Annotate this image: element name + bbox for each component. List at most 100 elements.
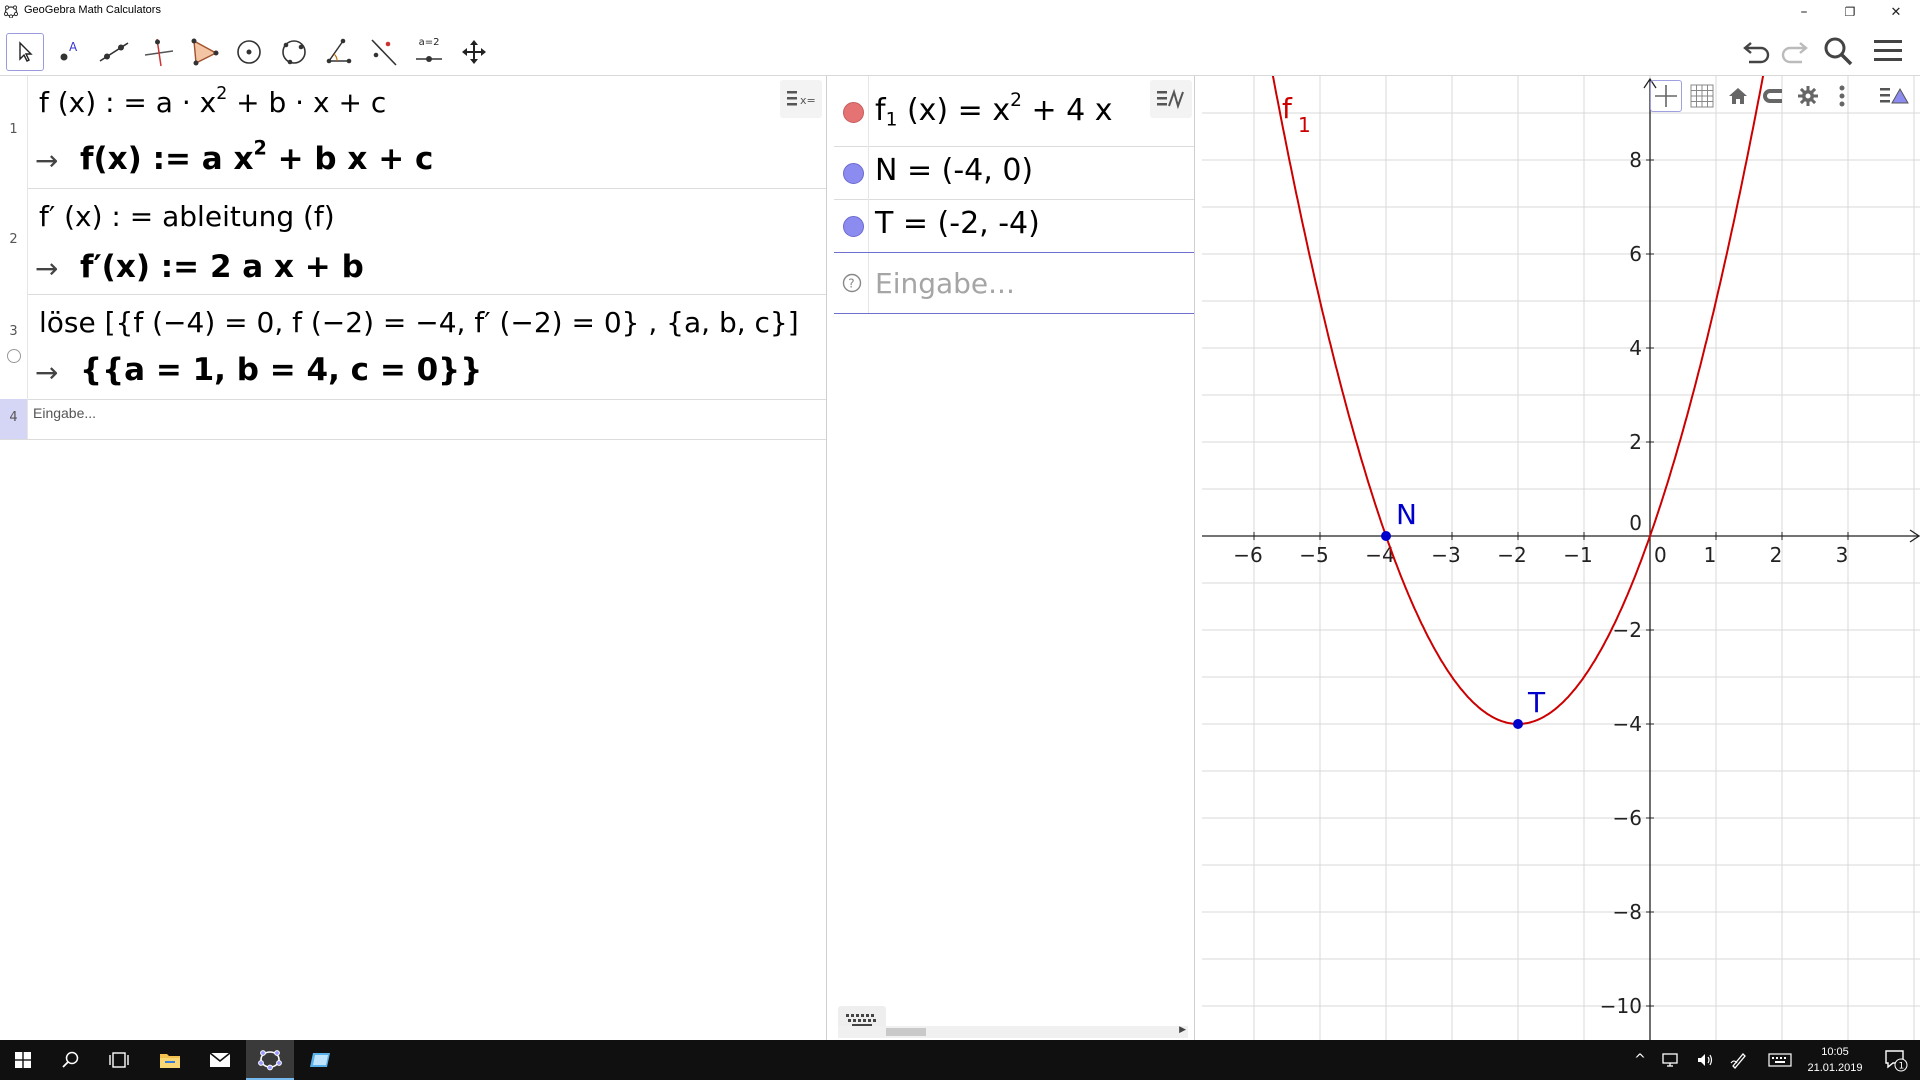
undo-button[interactable] xyxy=(1737,31,1777,71)
cas-input[interactable]: löse [{f (−4) = 0, f (−2) = −4, f′ (−2) … xyxy=(39,306,799,339)
axes-icon xyxy=(1655,85,1677,107)
app-taskbar-button[interactable] xyxy=(296,1040,344,1080)
line-tool-button[interactable] xyxy=(95,33,133,71)
geogebra-taskbar-button[interactable] xyxy=(246,1040,294,1080)
algebra-item-text[interactable]: f1 (x) = x2 + 4 x xyxy=(875,91,1113,129)
algebra-item-text[interactable]: N = (-4, 0) xyxy=(875,153,1033,188)
reflect-line-icon xyxy=(371,39,397,66)
angle-tool-button[interactable] xyxy=(320,33,358,71)
visibility-toggle-icon[interactable] xyxy=(843,163,864,184)
algebra-input-row[interactable]: ? Eingabe... xyxy=(834,252,1194,314)
algebra-item-function[interactable]: f1 (x) = x2 + 4 x xyxy=(834,76,1194,147)
mail-icon xyxy=(209,1052,231,1067)
action-center-button[interactable]: 1 xyxy=(1876,1040,1916,1080)
cas-toggle-style-bar-button[interactable]: x= xyxy=(780,80,822,118)
show-axes-button[interactable] xyxy=(1650,80,1682,112)
cas-input[interactable]: f′ (x) : = ableitung (f) xyxy=(39,200,335,233)
cas-row-2[interactable]: 2 f′ (x) : = ableitung (f) → f′(x) := 2 … xyxy=(0,188,826,295)
taskbar-clock[interactable]: 10:05 21.01.2019 xyxy=(1795,1044,1875,1076)
algebra-item-point-n[interactable]: N = (-4, 0) xyxy=(834,146,1194,200)
cas-output-arrow-icon: → xyxy=(35,252,59,285)
y-tick-label: 4 xyxy=(1629,336,1642,360)
svg-text:x=: x= xyxy=(800,94,816,107)
point-n[interactable] xyxy=(1381,531,1391,541)
cas-input[interactable]: f (x) : = a · x2 + b · x + c xyxy=(39,85,386,119)
point-t[interactable] xyxy=(1513,719,1523,729)
cas-row-radio-icon[interactable] xyxy=(6,348,22,364)
scrollbar-thumb[interactable] xyxy=(886,1028,926,1036)
home-icon xyxy=(1729,88,1747,104)
x-tick-label: 1 xyxy=(1704,543,1717,567)
cas-row-number: 3 xyxy=(0,294,28,399)
standard-view-button[interactable] xyxy=(1722,80,1754,112)
redo-icon xyxy=(1781,42,1808,64)
algebra-item-point-t[interactable]: T = (-2, -4) xyxy=(834,199,1194,253)
cas-row-1[interactable]: 1 f (x) : = a · x2 + b · x + c → f(x) :=… xyxy=(0,76,826,189)
close-button[interactable]: ✕ xyxy=(1873,0,1919,24)
cas-output: {{a = 1, b = 4, c = 0}} xyxy=(80,352,483,388)
point-tool-button[interactable]: A xyxy=(50,33,88,71)
algebra-input-field[interactable]: Eingabe... xyxy=(875,267,1015,300)
visibility-toggle-icon[interactable] xyxy=(843,102,864,123)
more-options-button[interactable] xyxy=(1826,80,1858,112)
function-label-f1[interactable]: f xyxy=(1282,92,1293,125)
restore-button[interactable]: ❐ xyxy=(1827,0,1873,24)
algebra-horizontal-scrollbar[interactable]: ▶ xyxy=(838,1025,1188,1038)
main-toolbar: A a=2 xyxy=(0,24,1920,76)
graphics-settings-button[interactable] xyxy=(1792,80,1824,112)
task-view-button[interactable] xyxy=(96,1040,142,1080)
point-label-t[interactable]: T xyxy=(1527,686,1546,719)
reflect-tool-button[interactable] xyxy=(365,33,403,71)
graphics-style-bar xyxy=(1650,80,1920,114)
stylebar-toggle-icon xyxy=(1880,87,1909,104)
move-view-tool-button[interactable] xyxy=(455,33,493,71)
search-button[interactable] xyxy=(1818,31,1858,71)
algebra-item-text[interactable]: T = (-2, -4) xyxy=(875,206,1040,241)
x-tick-label: 0 xyxy=(1654,543,1667,567)
circle-tool-button[interactable] xyxy=(230,33,268,71)
graphics-style-bar-toggle[interactable] xyxy=(1878,80,1910,112)
y-tick-label: −2 xyxy=(1613,618,1642,642)
start-button[interactable] xyxy=(0,1040,46,1080)
algebra-view: f1 (x) = x2 + 4 x N = (-4, 0) T = (-2, -… xyxy=(834,76,1195,1040)
magnet-icon xyxy=(1763,89,1782,103)
cas-output-arrow-icon: → xyxy=(35,356,59,389)
algebra-style-bar-button[interactable] xyxy=(1150,80,1192,118)
pen-workspace-icon[interactable] xyxy=(1724,1040,1754,1080)
x-tick-label: −1 xyxy=(1563,543,1592,567)
minimize-button[interactable]: – xyxy=(1781,0,1827,24)
ellipse-tool-button[interactable] xyxy=(275,33,313,71)
network-icon[interactable] xyxy=(1656,1040,1686,1080)
mail-button[interactable] xyxy=(196,1040,244,1080)
cas-output: f′(x) := 2 a x + b xyxy=(80,249,364,285)
line-through-points-icon xyxy=(99,42,129,62)
show-grid-button[interactable] xyxy=(1686,80,1718,112)
redo-button[interactable] xyxy=(1774,31,1814,71)
help-icon[interactable]: ? xyxy=(842,273,862,293)
visibility-toggle-icon[interactable] xyxy=(843,216,864,237)
x-tick-label: −5 xyxy=(1299,543,1328,567)
y-tick-label: −8 xyxy=(1613,900,1642,924)
file-explorer-button[interactable] xyxy=(146,1040,194,1080)
scroll-right-arrow-icon[interactable]: ▶ xyxy=(1179,1025,1186,1035)
graphics-view[interactable]: −6 −5 −4 −3 −2 −1 0 1 2 3 8 6 4 2 0 −2 −4 −6 −8 −10 f 1 N T xyxy=(1202,76,1920,1040)
point-capturing-button[interactable] xyxy=(1756,80,1788,112)
volume-icon[interactable] xyxy=(1690,1040,1720,1080)
polygon-tool-button[interactable] xyxy=(185,33,223,71)
svg-text:?: ? xyxy=(848,277,854,291)
x-tick-label: 2 xyxy=(1770,543,1783,567)
taskbar-search-button[interactable] xyxy=(48,1040,94,1080)
main-menu-button[interactable] xyxy=(1868,31,1908,71)
cas-row-3[interactable]: 3 löse [{f (−4) = 0, f (−2) = −4, f′ (−2… xyxy=(0,294,826,400)
point-label-n[interactable]: N xyxy=(1396,498,1417,531)
move-tool-button[interactable] xyxy=(6,33,44,71)
notification-icon: 1 xyxy=(1885,1050,1908,1072)
graphics-canvas[interactable]: −6 −5 −4 −3 −2 −1 0 1 2 386420−2−4−6−8−10f 1NT xyxy=(1202,76,1920,1040)
cas-row-4[interactable]: 4 Eingabe... xyxy=(0,399,826,440)
show-hidden-icons-chevron-icon[interactable]: ^ xyxy=(1626,1040,1654,1080)
cas-input-field[interactable]: Eingabe... xyxy=(33,405,96,421)
perpendicular-line-tool-button[interactable] xyxy=(140,33,178,71)
touch-keyboard-icon[interactable] xyxy=(1762,1040,1798,1080)
search-icon xyxy=(1824,37,1853,66)
slider-tool-button[interactable]: a=2 xyxy=(410,33,448,71)
